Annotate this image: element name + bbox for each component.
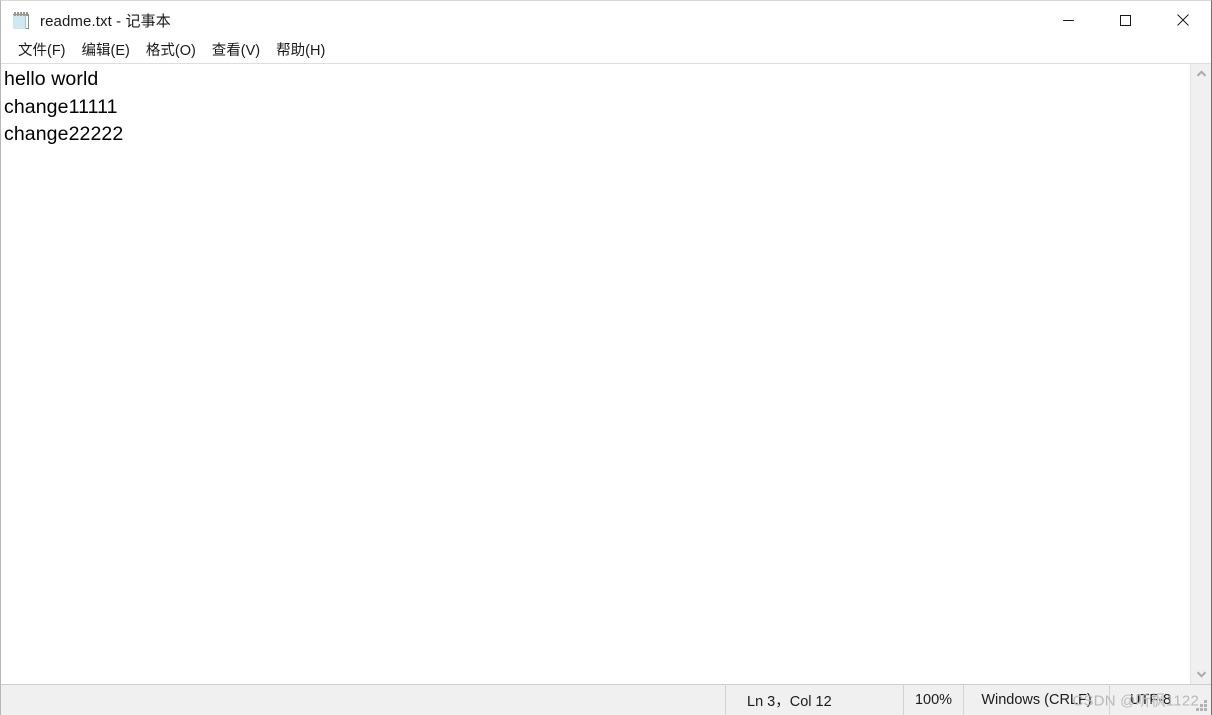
status-zoom-level[interactable]: 100% [903, 685, 963, 715]
scroll-up-button[interactable] [1191, 64, 1212, 84]
window-title: readme.txt - 记事本 [40, 12, 171, 30]
text-editor[interactable]: hello world change11111 change22222 [1, 64, 1190, 684]
minimize-icon [1062, 14, 1075, 27]
chevron-down-icon [1196, 665, 1207, 683]
text-line: hello world [4, 68, 99, 90]
maximize-icon [1119, 14, 1132, 27]
scrollbar-track[interactable] [1191, 84, 1211, 664]
vertical-scrollbar[interactable] [1190, 64, 1211, 684]
scroll-down-button[interactable] [1191, 664, 1212, 684]
menu-bar: 文件(F) 编辑(E) 格式(O) 查看(V) 帮助(H) [1, 39, 1211, 64]
minimize-button[interactable] [1040, 1, 1097, 39]
status-bar-spacer [1, 685, 725, 715]
maximize-button[interactable] [1097, 1, 1154, 39]
text-line: change11111 [4, 95, 118, 118]
menu-item-format[interactable]: 格式(O) [138, 40, 204, 62]
menu-item-help[interactable]: 帮助(H) [268, 40, 333, 62]
status-bar: Ln 3，Col 12 100% Windows (CRLF) UTF-8 CS… [1, 684, 1211, 715]
status-line-ending[interactable]: Windows (CRLF) [963, 685, 1109, 715]
title-bar[interactable]: readme.txt - 记事本 [1, 1, 1211, 39]
menu-item-edit[interactable]: 编辑(E) [74, 40, 138, 62]
notepad-icon [12, 11, 31, 30]
status-encoding[interactable]: UTF-8 [1109, 685, 1211, 715]
close-icon [1176, 13, 1190, 27]
window-controls [1040, 1, 1211, 39]
chevron-up-icon [1196, 65, 1207, 83]
close-button[interactable] [1154, 1, 1211, 39]
text-line: change22222 [4, 123, 124, 145]
menu-item-file[interactable]: 文件(F) [10, 40, 74, 62]
title-bar-left: readme.txt - 记事本 [1, 10, 1040, 31]
editor-area: hello world change11111 change22222 [1, 64, 1211, 684]
menu-item-view[interactable]: 查看(V) [204, 40, 268, 62]
notepad-window: readme.txt - 记事本 文件(F) 编辑(E) 格式(O) 查看(V)… [0, 0, 1212, 715]
status-cursor-position: Ln 3，Col 12 [725, 685, 903, 715]
